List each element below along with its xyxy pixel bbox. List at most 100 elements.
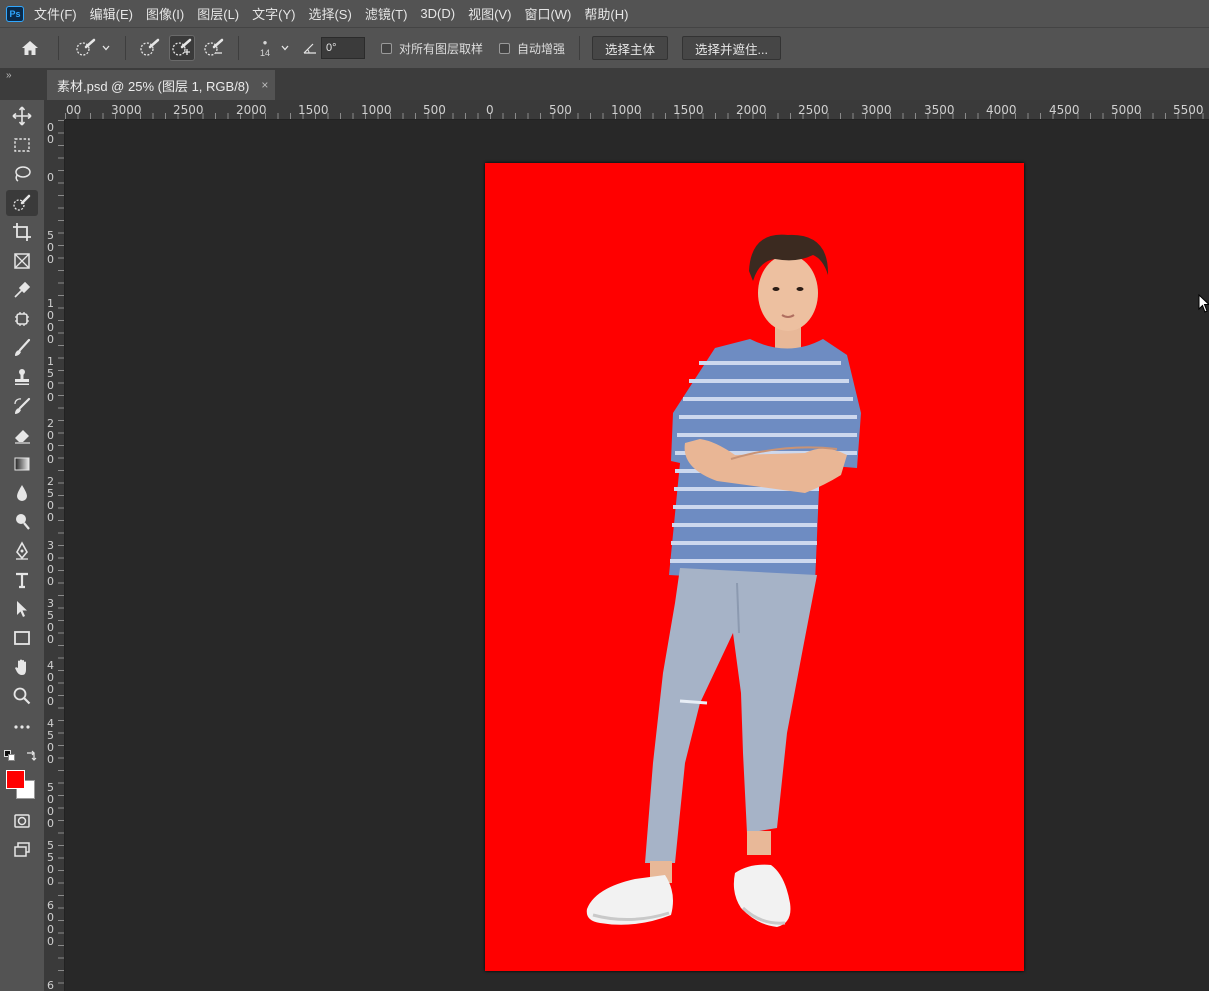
marquee-icon[interactable] bbox=[6, 132, 38, 158]
ruler-label: 0 bbox=[47, 333, 54, 346]
menu-edit[interactable]: 编辑(E) bbox=[90, 4, 133, 23]
chevron-down-icon[interactable] bbox=[281, 45, 289, 51]
menu-image[interactable]: 图像(I) bbox=[146, 4, 184, 23]
crop-icon[interactable] bbox=[6, 219, 38, 245]
ruler-label: 2000 bbox=[736, 103, 767, 117]
horizontal-ruler[interactable]: 00 3000 2500 2000 1500 1000 500 0 500 10… bbox=[65, 100, 1209, 120]
ruler-label: 0 bbox=[47, 253, 54, 266]
ruler-label: 5 bbox=[47, 229, 54, 242]
tools-panel bbox=[0, 100, 45, 991]
tool-preset-picker[interactable] bbox=[67, 38, 117, 58]
ruler-label: 3500 bbox=[924, 103, 955, 117]
person-cutout-image bbox=[586, 234, 861, 927]
menu-type[interactable]: 文字(Y) bbox=[252, 4, 295, 23]
dodge-icon[interactable] bbox=[6, 509, 38, 535]
gradient-icon[interactable] bbox=[6, 451, 38, 477]
subtract-from-selection-mode-button[interactable] bbox=[201, 35, 227, 61]
ruler-label: 2000 bbox=[236, 103, 267, 117]
move-icon[interactable] bbox=[6, 103, 38, 129]
close-icon[interactable]: × bbox=[261, 78, 268, 92]
menu-filter[interactable]: 滤镜(T) bbox=[365, 4, 408, 23]
eyedropper-icon[interactable] bbox=[6, 277, 38, 303]
angle-input[interactable]: 0° bbox=[321, 37, 365, 59]
lasso-icon[interactable] bbox=[6, 161, 38, 187]
healing-brush-icon[interactable] bbox=[6, 306, 38, 332]
photoshop-logo-icon: Ps bbox=[6, 5, 24, 22]
more-tools-icon[interactable] bbox=[6, 714, 38, 740]
ruler-label: 0 bbox=[47, 633, 54, 646]
brush-size-value: 14 bbox=[259, 48, 270, 58]
ruler-label: 5 bbox=[47, 851, 54, 864]
ruler-label: 5500 bbox=[1173, 103, 1204, 117]
ruler-label: 0 bbox=[47, 793, 54, 806]
ruler-label: 0 bbox=[47, 499, 54, 512]
ruler-label: 5 bbox=[47, 609, 54, 622]
ruler-label: 5 bbox=[47, 839, 54, 852]
brush-dot-icon: ● bbox=[262, 38, 268, 47]
ruler-origin[interactable] bbox=[45, 100, 65, 120]
type-icon[interactable] bbox=[6, 567, 38, 593]
quick-selection-icon[interactable] bbox=[6, 190, 38, 216]
select-and-mask-button[interactable]: 选择并遮住... bbox=[682, 36, 781, 60]
ruler-label: 0 bbox=[47, 621, 54, 634]
swap-colors-icon[interactable] bbox=[25, 749, 37, 761]
ruler-label: 5000 bbox=[1111, 103, 1142, 117]
hand-icon[interactable] bbox=[6, 654, 38, 680]
auto-enhance-checkbox[interactable] bbox=[499, 42, 511, 54]
ruler-label: 4 bbox=[47, 717, 54, 730]
ruler-label: 0 bbox=[47, 321, 54, 334]
ruler-label: 0 bbox=[47, 875, 54, 888]
menu-help[interactable]: 帮助(H) bbox=[584, 4, 628, 23]
home-icon[interactable] bbox=[10, 32, 50, 64]
auto-enhance-label: 自动增强 bbox=[517, 41, 566, 56]
ruler-label: 6 bbox=[47, 899, 54, 912]
blur-icon[interactable] bbox=[6, 480, 38, 506]
clone-stamp-icon[interactable] bbox=[6, 364, 38, 390]
ruler-label: 0 bbox=[47, 391, 54, 404]
foreground-color-swatch[interactable] bbox=[6, 770, 25, 789]
auto-enhance-option[interactable]: 自动增强 bbox=[499, 40, 565, 57]
rectangle-icon[interactable] bbox=[6, 625, 38, 651]
sample-all-layers-checkbox[interactable] bbox=[381, 42, 392, 54]
menu-window[interactable]: 窗口(W) bbox=[524, 4, 571, 23]
eraser-icon[interactable] bbox=[6, 422, 38, 448]
collapse-panels-icon[interactable]: » bbox=[0, 68, 45, 100]
menu-view[interactable]: 视图(V) bbox=[468, 4, 511, 23]
history-brush-icon[interactable] bbox=[6, 393, 38, 419]
brush-size-picker[interactable]: ● 14 bbox=[253, 38, 277, 58]
add-to-selection-mode-button[interactable] bbox=[169, 35, 195, 61]
ruler-label: 0 bbox=[47, 683, 54, 696]
ruler-label: 0 bbox=[47, 817, 54, 830]
frame-icon[interactable] bbox=[6, 248, 38, 274]
document-tab[interactable]: 素材.psd @ 25% (图层 1, RGB/8) × bbox=[47, 70, 275, 100]
default-colors-icon[interactable] bbox=[4, 750, 16, 762]
separator bbox=[58, 36, 59, 60]
ruler-label: 0 bbox=[47, 429, 54, 442]
ruler-label: 0 bbox=[47, 133, 54, 146]
vertical-ruler[interactable]: 0005001000150020002500300035004000450050… bbox=[45, 120, 65, 991]
menu-file[interactable]: 文件(F) bbox=[34, 4, 77, 23]
menu-layer[interactable]: 图层(L) bbox=[197, 4, 239, 23]
add-to-selection-icon bbox=[172, 38, 192, 56]
brush-icon[interactable] bbox=[6, 335, 38, 361]
ruler-label: 5 bbox=[47, 729, 54, 742]
ruler-label: 5 bbox=[47, 367, 54, 380]
ruler-label: 1500 bbox=[673, 103, 704, 117]
ruler-label: 6 bbox=[47, 979, 54, 991]
ruler-label: 0 bbox=[47, 863, 54, 876]
zoom-icon[interactable] bbox=[6, 683, 38, 709]
quick-mask-icon[interactable] bbox=[6, 808, 38, 834]
pen-icon[interactable] bbox=[6, 538, 38, 564]
separator bbox=[125, 36, 126, 60]
select-subject-button[interactable]: 选择主体 bbox=[592, 36, 669, 60]
screen-mode-icon[interactable] bbox=[6, 837, 38, 863]
sample-all-layers-option[interactable]: 对所有图层取样 bbox=[381, 40, 483, 57]
ruler-label: 0 bbox=[47, 911, 54, 924]
ruler-label: 5 bbox=[47, 487, 54, 500]
new-selection-mode-button[interactable] bbox=[137, 35, 163, 61]
menu-select[interactable]: 选择(S) bbox=[308, 4, 351, 23]
document-canvas[interactable] bbox=[485, 163, 1024, 971]
path-selection-icon[interactable] bbox=[6, 596, 38, 622]
menu-3d[interactable]: 3D(D) bbox=[420, 6, 455, 21]
ruler-label: 1 bbox=[47, 355, 54, 368]
